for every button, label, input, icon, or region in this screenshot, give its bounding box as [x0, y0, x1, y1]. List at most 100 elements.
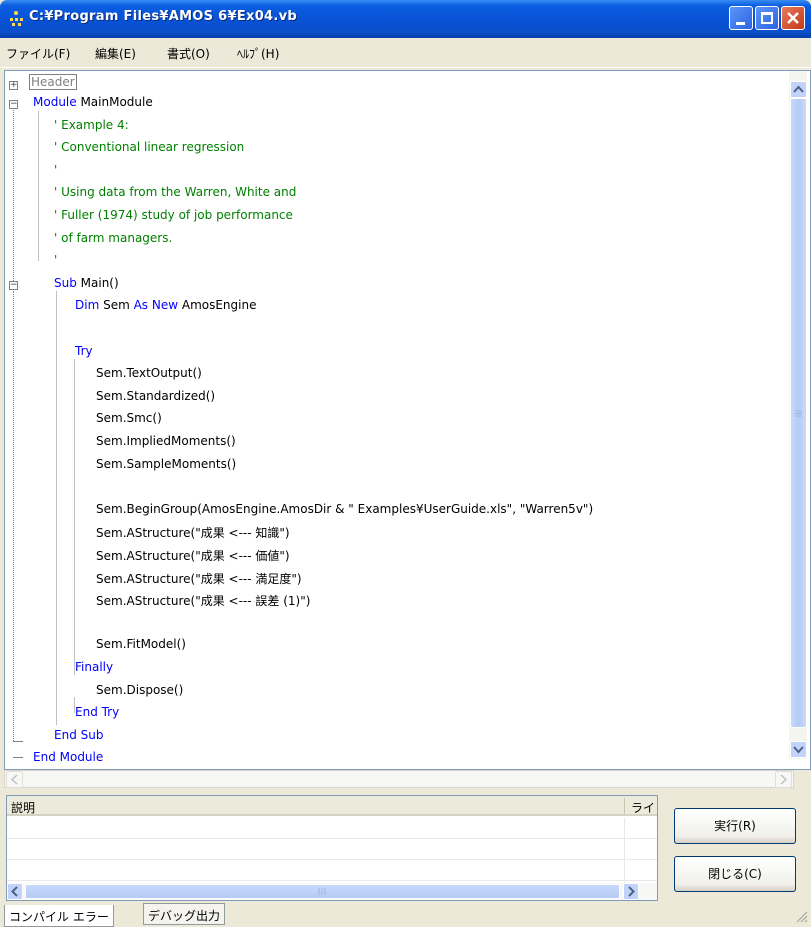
- code-line[interactable]: Sem.FitModel(): [96, 637, 186, 651]
- code-text: Sem.TextOutput(): [96, 366, 202, 381]
- code-line[interactable]: Sub Main(): [54, 276, 119, 290]
- error-list-header: 説明 ライ: [7, 796, 657, 816]
- maximize-button[interactable]: [755, 6, 779, 30]
- code-line[interactable]: ' Fuller (1974) study of job performance: [54, 208, 293, 222]
- code-line[interactable]: Sem.AStructure("成果 <--- 誤差 (1)"): [96, 592, 310, 609]
- chevron-down-icon: [793, 746, 804, 754]
- code-line[interactable]: Sem.TextOutput(): [96, 366, 202, 380]
- code-line[interactable]: Sem.Standardized(): [96, 389, 215, 403]
- fold-line: [13, 291, 14, 741]
- scroll-right-button[interactable]: [775, 771, 792, 788]
- code-line[interactable]: ': [54, 163, 57, 177]
- code-line[interactable]: End Sub: [54, 728, 103, 742]
- list-row-divider: [7, 838, 657, 839]
- menu-help[interactable]: ﾍﾙﾌﾟ(H): [237, 45, 279, 62]
- vertical-scrollbar-thumb[interactable]: [790, 98, 807, 728]
- code-text: Sem.AStructure("成果 <--- 満足度"): [96, 571, 302, 586]
- fold-line: [13, 110, 14, 281]
- tab-compile-errors[interactable]: コンパイル エラー: [4, 905, 114, 927]
- close-icon: [787, 12, 799, 24]
- code-line[interactable]: Finally: [75, 660, 113, 674]
- chevron-left-icon: [10, 774, 18, 785]
- code-comment: ' Using data from the Warren, White and: [54, 185, 297, 200]
- tab-debug-output[interactable]: デバッグ出力: [143, 903, 226, 925]
- code-keyword: End Module: [33, 750, 104, 765]
- code-keyword: Module: [33, 95, 77, 109]
- minimize-button[interactable]: [729, 6, 753, 30]
- maximize-icon: [761, 12, 773, 24]
- indent-guide: [56, 291, 57, 725]
- header-region[interactable]: Header: [29, 74, 77, 90]
- code-text: Sem: [99, 298, 134, 313]
- code-line[interactable]: ' of farm managers.: [54, 231, 172, 245]
- code-editor[interactable]: + Header − − Module MainModule ' Example …: [4, 70, 811, 770]
- panel-scroll-left-button[interactable]: [7, 883, 23, 900]
- indent-guide: [74, 359, 75, 675]
- code-line[interactable]: Sem.AStructure("成果 <--- 満足度"): [96, 570, 302, 587]
- code-line[interactable]: Sem.BeginGroup(AmosEngine.AmosDir & " Ex…: [96, 502, 593, 516]
- code-keyword: End Try: [75, 705, 120, 720]
- code-keyword: Finally: [75, 660, 114, 674]
- chevron-left-icon: [11, 886, 18, 897]
- menu-bar: ファイル(F) 編集(E) 書式(O) ﾍﾙﾌﾟ(H): [0, 38, 811, 68]
- error-list-panel[interactable]: 説明 ライ: [6, 795, 658, 901]
- code-line[interactable]: ' Using data from the Warren, White and: [54, 185, 296, 199]
- code-line[interactable]: ' Example 4:: [54, 118, 129, 132]
- collapse-sub-icon[interactable]: −: [9, 281, 18, 290]
- list-row-divider: [7, 859, 657, 860]
- menu-edit[interactable]: 編集(E): [95, 45, 136, 62]
- code-text: MainModule: [76, 95, 153, 109]
- code-text: Sem.AStructure("成果 <--- 知識"): [96, 526, 290, 541]
- code-text: Main(): [76, 275, 119, 290]
- close-button[interactable]: 閉じる(C): [674, 856, 796, 892]
- column-header-line[interactable]: ライ: [631, 799, 655, 816]
- menu-format[interactable]: 書式(O): [167, 45, 210, 62]
- scroll-left-button[interactable]: [6, 771, 23, 788]
- code-line[interactable]: Sem.Smc(): [96, 411, 162, 425]
- panel-horizontal-scrollbar[interactable]: [7, 883, 657, 900]
- code-keyword: Sub: [54, 275, 77, 290]
- column-separator[interactable]: [624, 798, 625, 814]
- code-comment: ' Example 4:: [54, 117, 129, 132]
- panel-scrollbar-thumb[interactable]: [25, 884, 620, 899]
- code-line[interactable]: Sem.AStructure("成果 <--- 知識"): [96, 524, 290, 541]
- column-header-description[interactable]: 説明: [11, 799, 35, 816]
- code-line[interactable]: ': [54, 253, 57, 267]
- code-line[interactable]: Sem.ImpliedMoments(): [96, 434, 236, 448]
- code-line[interactable]: Sem.Dispose(): [96, 683, 183, 697]
- menu-file[interactable]: ファイル(F): [6, 45, 70, 62]
- chevron-up-icon: [793, 85, 804, 93]
- run-button[interactable]: 実行(R): [674, 808, 796, 844]
- chevron-right-icon: [780, 774, 788, 785]
- code-line[interactable]: ' Conventional linear regression: [54, 140, 244, 154]
- grip-icon: [318, 888, 326, 895]
- scroll-up-button[interactable]: [790, 81, 807, 98]
- code-line[interactable]: Sem.AStructure("成果 <--- 価値"): [96, 547, 290, 564]
- code-comment: ': [54, 253, 58, 268]
- title-bar[interactable]: C:¥Program Files¥AMOS 6¥Ex04.vb: [0, 0, 811, 38]
- scroll-down-button[interactable]: [790, 741, 807, 758]
- code-line[interactable]: Sem.SampleMoments(): [96, 457, 236, 471]
- code-text: Sem.SampleMoments(): [96, 456, 237, 471]
- code-line[interactable]: End Module: [33, 750, 103, 764]
- code-comment: ' Fuller (1974) study of job performance: [54, 208, 293, 222]
- app-icon: [10, 11, 23, 26]
- code-line[interactable]: Dim Sem As New AmosEngine: [75, 298, 256, 312]
- code-line[interactable]: Try: [75, 344, 93, 358]
- code-text: AmosEngine: [178, 298, 257, 313]
- resize-grip-icon[interactable]: [794, 909, 808, 923]
- code-keyword: Try: [75, 343, 93, 358]
- list-row-divider: [7, 880, 657, 881]
- indent-guide: [38, 111, 39, 261]
- close-window-button[interactable]: [781, 6, 805, 30]
- code-line[interactable]: Module MainModule: [33, 95, 153, 109]
- panel-scroll-right-button[interactable]: [623, 883, 639, 900]
- grip-icon: [795, 410, 802, 417]
- code-keyword: As New: [133, 298, 179, 313]
- horizontal-scrollbar[interactable]: [4, 770, 794, 788]
- code-text: Sem.FitModel(): [96, 637, 186, 652]
- code-line[interactable]: End Try: [75, 705, 119, 719]
- fold-end: [13, 741, 23, 742]
- expand-header-icon[interactable]: +: [9, 81, 18, 90]
- collapse-module-icon[interactable]: −: [9, 100, 18, 109]
